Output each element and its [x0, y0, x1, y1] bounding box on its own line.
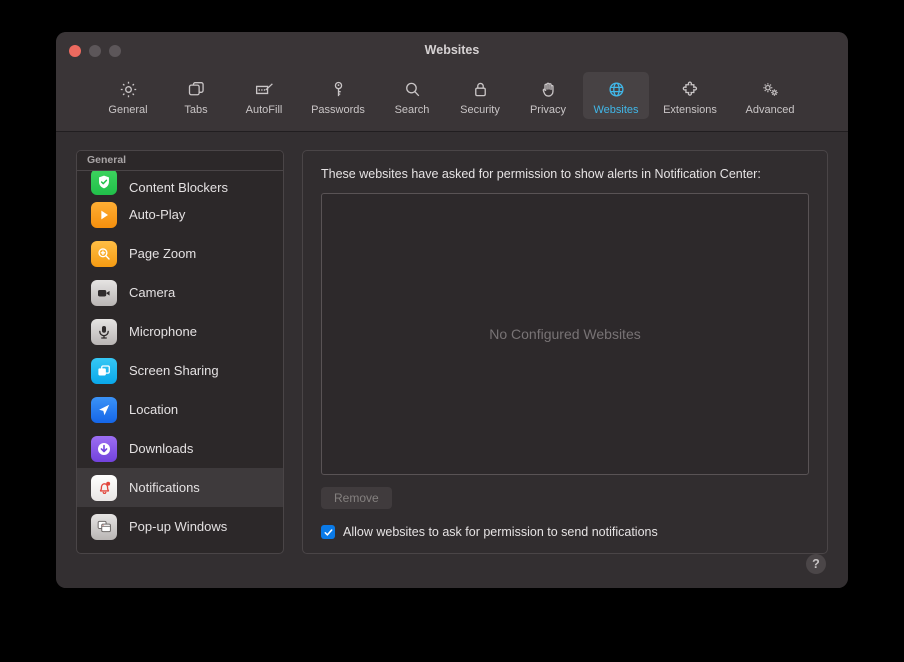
sidebar-item-page-zoom[interactable]: Page Zoom: [77, 234, 283, 273]
configured-websites-list[interactable]: No Configured Websites: [321, 193, 809, 475]
sidebar-item-popup-windows[interactable]: Pop-up Windows: [77, 507, 283, 546]
help-button[interactable]: ?: [806, 554, 826, 574]
gear-icon: [118, 77, 139, 101]
puzzle-icon: [679, 77, 702, 101]
sidebar-item-label: Page Zoom: [129, 246, 197, 261]
toolbar-tab-extensions[interactable]: Extensions: [651, 72, 729, 119]
sidebar-item-content-blockers[interactable]: Content Blockers: [77, 171, 283, 195]
popup-window-icon: [91, 513, 117, 540]
bell-icon: [91, 474, 117, 501]
sidebar-list[interactable]: Content Blockers Auto-Play Page Zoom Cam…: [77, 171, 283, 553]
toolbar-tab-search[interactable]: Search: [379, 72, 445, 119]
globe-icon: [606, 77, 627, 101]
hand-icon: [538, 77, 559, 101]
notifications-panel: These websites have asked for permission…: [302, 150, 828, 554]
toolbar-tab-websites[interactable]: Websites: [583, 72, 649, 119]
sidebar-item-label: Pop-up Windows: [129, 519, 228, 534]
panel-description: These websites have asked for permission…: [321, 167, 761, 181]
window-title: Websites: [424, 43, 480, 57]
play-icon: [91, 201, 117, 228]
sidebar-item-camera[interactable]: Camera: [77, 273, 283, 312]
search-icon: [402, 77, 423, 101]
toolbar-tab-passwords[interactable]: Passwords: [299, 72, 377, 119]
screen-share-icon: [91, 357, 117, 384]
sidebar-item-auto-play[interactable]: Auto-Play: [77, 195, 283, 234]
shield-check-icon: [91, 171, 117, 195]
title-bar: Websites: [56, 32, 848, 70]
gears-icon: [759, 77, 782, 101]
download-icon: [91, 435, 117, 462]
key-icon: [328, 77, 349, 101]
toolbar-tab-extensions-label: Extensions: [663, 104, 717, 116]
toolbar-tab-privacy[interactable]: Privacy: [515, 72, 581, 119]
allow-notifications-checkbox[interactable]: [321, 525, 335, 539]
toolbar-tab-autofill[interactable]: AutoFill: [231, 72, 297, 119]
websites-sidebar: General Content Blockers Auto-Play Page …: [76, 150, 284, 554]
sidebar-item-label: Location: [129, 402, 179, 417]
toolbar-tab-search-label: Search: [394, 104, 430, 116]
sidebar-item-label: Notifications: [129, 480, 200, 495]
camera-icon: [91, 279, 117, 306]
preferences-window: Websites General Tabs AutoFill Passwords…: [56, 32, 848, 588]
toolbar-tab-general[interactable]: General: [95, 72, 161, 119]
microphone-icon: [91, 318, 117, 345]
lock-icon: [470, 77, 491, 101]
toolbar-tab-tabs-label: Tabs: [184, 104, 208, 116]
toolbar-tab-tabs[interactable]: Tabs: [163, 72, 229, 119]
toolbar-tab-privacy-label: Privacy: [529, 104, 567, 116]
sidebar-item-notifications[interactable]: Notifications: [77, 468, 283, 507]
preferences-body: General Content Blockers Auto-Play Page …: [56, 132, 848, 588]
toolbar-tab-advanced[interactable]: Advanced: [731, 72, 809, 119]
sidebar-item-downloads[interactable]: Downloads: [77, 429, 283, 468]
sidebar-item-location[interactable]: Location: [77, 390, 283, 429]
allow-notifications-label: Allow websites to ask for permission to …: [343, 525, 658, 539]
sidebar-item-label: Downloads: [129, 441, 194, 456]
toolbar-tab-general-label: General: [108, 104, 148, 116]
toolbar-tab-advanced-label: Advanced: [745, 104, 795, 116]
sidebar-item-label: Screen Sharing: [129, 363, 219, 378]
toolbar-tab-autofill-label: AutoFill: [245, 104, 283, 116]
magnifier-plus-icon: [91, 240, 117, 267]
preferences-toolbar: General Tabs AutoFill Passwords Search S…: [56, 70, 848, 132]
sidebar-item-label: Microphone: [129, 324, 197, 339]
tabs-icon: [186, 77, 207, 101]
autofill-icon: [253, 77, 276, 101]
sidebar-item-label: Auto-Play: [129, 207, 186, 222]
toolbar-tab-passwords-label: Passwords: [311, 104, 365, 116]
sidebar-item-microphone[interactable]: Microphone: [77, 312, 283, 351]
remove-button[interactable]: Remove: [321, 487, 392, 509]
toolbar-tab-security-label: Security: [460, 104, 500, 116]
allow-notifications-row[interactable]: Allow websites to ask for permission to …: [321, 525, 809, 539]
sidebar-item-label: Camera: [129, 285, 176, 300]
location-arrow-icon: [91, 396, 117, 423]
sidebar-item-screen-sharing[interactable]: Screen Sharing: [77, 351, 283, 390]
sidebar-section-header: General: [77, 151, 283, 171]
sidebar-item-label: Content Blockers: [129, 180, 228, 195]
button-row: Remove: [321, 487, 809, 509]
toolbar-tab-websites-label: Websites: [593, 104, 639, 116]
empty-state-text: No Configured Websites: [489, 326, 641, 342]
toolbar-tab-security[interactable]: Security: [447, 72, 513, 119]
